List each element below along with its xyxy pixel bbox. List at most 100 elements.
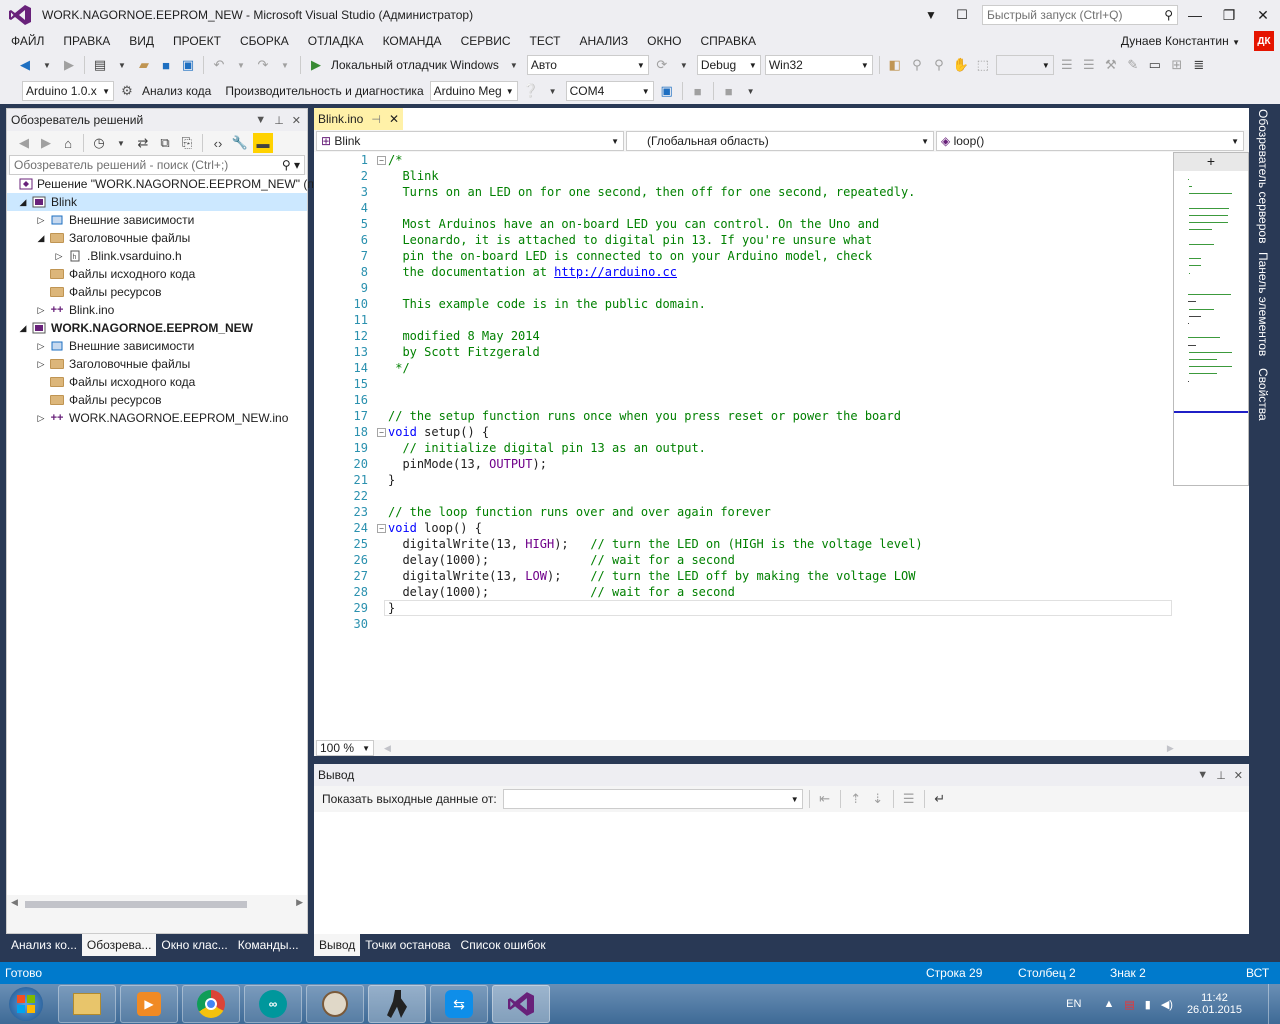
platform-select[interactable]: Win32 ▼ <box>764 55 873 75</box>
counter-strike-taskbar-icon[interactable] <box>368 985 426 1023</box>
redo-icon[interactable]: ↷ <box>254 55 272 75</box>
collapse-region-icon[interactable]: − <box>377 524 386 533</box>
user-name[interactable]: Дунаев Константин ▼ <box>1121 34 1240 48</box>
show-desktop-button[interactable] <box>1268 984 1280 1024</box>
tree-item[interactable]: ▷ ++ Blink.ino <box>7 301 307 319</box>
refresh-dropdown-icon[interactable]: ▼ <box>675 55 693 75</box>
pan-icon[interactable]: ✋ <box>952 55 970 75</box>
menu-window[interactable]: ОКНО <box>636 34 689 48</box>
close-window-button[interactable]: ✕ <box>1246 0 1280 30</box>
board-select[interactable]: Arduino Meg ▼ <box>429 81 518 101</box>
menu-project[interactable]: ПРОЕКТ <box>162 34 229 48</box>
clock-app-taskbar-icon[interactable] <box>306 985 364 1023</box>
home-icon[interactable]: ⌂ <box>59 133 77 153</box>
volume-icon[interactable]: ◀) <box>1161 998 1173 1011</box>
back-dropdown-icon[interactable]: ▼ <box>38 55 56 75</box>
stop-icon[interactable]: ■ <box>689 81 707 101</box>
pane-menu-icon[interactable]: ▼ <box>255 114 266 127</box>
network-icon[interactable]: ▮ <box>1145 998 1151 1011</box>
properties-icon[interactable]: 🔧 <box>231 133 249 153</box>
word-wrap-icon[interactable]: ↵ <box>931 789 949 809</box>
start-debug-icon[interactable]: ▶ <box>307 55 325 75</box>
redo-dropdown-icon[interactable]: ▼ <box>276 55 294 75</box>
show-all-files-icon[interactable]: ⎘ <box>178 133 196 153</box>
nav-project-select[interactable]: ⊞ Blink ▼ <box>316 131 624 151</box>
notification-flag-icon[interactable]: ▼ <box>920 0 942 30</box>
feedback-icon[interactable]: ☐ <box>942 0 982 30</box>
menu-analyze[interactable]: АНАЛИЗ <box>568 34 636 48</box>
tab-solution-explorer[interactable]: Обозрева... <box>81 934 157 956</box>
scroll-left-icon[interactable]: ◀ <box>384 743 391 754</box>
menu-team[interactable]: КОМАНДА <box>372 34 450 48</box>
solution-search-input[interactable]: Обозреватель решений - поиск (Ctrl+;) ⚲ … <box>9 155 305 175</box>
collapsed-arrow-icon[interactable]: ▷ <box>35 413 47 424</box>
output-text-area[interactable] <box>314 812 1249 934</box>
side-tab-server-explorer[interactable]: Обозреватель серверов <box>1252 108 1274 244</box>
tab-output[interactable]: Вывод <box>314 934 361 956</box>
undo-icon[interactable]: ↶ <box>210 55 228 75</box>
menu-debug[interactable]: ОТЛАДКА <box>297 34 372 48</box>
tree-item[interactable]: Файлы ресурсов <box>7 283 307 301</box>
visual-studio-taskbar-icon[interactable] <box>492 985 550 1023</box>
back-icon[interactable]: ◀ <box>15 133 33 153</box>
help-icon[interactable]: ❔ <box>522 81 540 101</box>
tree-item[interactable]: ▷ Заголовочные файлы <box>7 355 307 373</box>
scroll-left-icon[interactable]: ◀ <box>11 897 18 908</box>
collapsed-arrow-icon[interactable]: ▷ <box>53 251 65 262</box>
pointer-icon[interactable]: ⬚ <box>974 55 992 75</box>
config-mode-select[interactable]: Авто ▼ <box>526 55 649 75</box>
back-icon[interactable]: ◀ <box>16 55 34 75</box>
forward-icon[interactable]: ▶ <box>60 55 78 75</box>
zoom-out-icon[interactable]: ⚲ <box>930 55 948 75</box>
tree-item[interactable]: ◢ Blink <box>7 193 307 211</box>
forward-icon[interactable]: ▶ <box>37 133 55 153</box>
tree-item[interactable]: ▷ ++ WORK.NAGORNOE.EEPROM_NEW.ino <box>7 409 307 427</box>
explorer-taskbar-icon[interactable] <box>58 985 116 1023</box>
start-button[interactable] <box>0 984 52 1024</box>
code-view-icon[interactable]: ‹› <box>209 133 227 153</box>
history-icon[interactable]: ◷ <box>90 133 108 153</box>
expanded-arrow-icon[interactable]: ◢ <box>35 233 47 244</box>
nav-member-select[interactable]: ◈ loop() ▼ <box>936 131 1244 151</box>
side-tab-toolbox[interactable]: Панель элементов <box>1252 250 1274 358</box>
scroll-thumb[interactable] <box>25 901 247 908</box>
new-dropdown-icon[interactable]: ▼ <box>113 55 131 75</box>
clear-all-icon[interactable]: ☰ <box>900 789 918 809</box>
distribute-icon[interactable]: ☰ <box>1080 55 1098 75</box>
language-indicator[interactable]: EN <box>1066 998 1081 1010</box>
code-analysis-button[interactable]: Анализ кода <box>142 84 211 98</box>
tree-item[interactable]: ▷ h .Blink.vsarduino.h <box>7 247 307 265</box>
tree-item[interactable]: Файлы ресурсов <box>7 391 307 409</box>
expanded-arrow-icon[interactable]: ◢ <box>17 197 29 208</box>
pin-tab-icon[interactable]: ⊣ <box>371 113 381 126</box>
teamviewer-taskbar-icon[interactable]: ⇆ <box>430 985 488 1023</box>
arduino-taskbar-icon[interactable]: ∞ <box>244 985 302 1023</box>
start-debugger-button[interactable]: Локальный отладчик Windows <box>331 58 499 72</box>
code-minimap[interactable]: + <box>1173 152 1249 486</box>
tree-item[interactable]: ▷ Внешние зависимости <box>7 337 307 355</box>
new-project-icon[interactable]: ▤ <box>91 55 109 75</box>
collapsed-arrow-icon[interactable]: ▷ <box>35 359 47 370</box>
previous-message-icon[interactable]: ⇡ <box>847 789 865 809</box>
list-icon[interactable]: ≣ <box>1190 55 1208 75</box>
debugger-dropdown-icon[interactable]: ▼ <box>505 55 523 75</box>
menu-tools[interactable]: СЕРВИС <box>450 34 519 48</box>
tab-error-list[interactable]: Список ошибок <box>456 934 551 956</box>
open-file-icon[interactable]: ▰ <box>135 55 153 75</box>
next-message-icon[interactable]: ⇣ <box>869 789 887 809</box>
collapse-region-icon[interactable]: − <box>377 428 386 437</box>
us-flag-icon[interactable]: ▤ <box>1124 998 1134 1011</box>
history-dropdown-icon[interactable]: ▼ <box>112 133 130 153</box>
preview-icon[interactable]: ▬ <box>253 133 273 153</box>
menu-file[interactable]: ФАЙЛ <box>0 34 52 48</box>
sync-icon[interactable]: ⇄ <box>134 133 152 153</box>
perf-diagnostics-button[interactable]: Производительность и диагностика <box>225 84 423 98</box>
arduino-version-select[interactable]: Arduino 1.0.x ▼ <box>22 81 114 101</box>
refresh-icon[interactable]: ⟳ <box>653 55 671 75</box>
collapsed-arrow-icon[interactable]: ▷ <box>35 215 47 226</box>
menu-test[interactable]: ТЕСТ <box>519 34 569 48</box>
help-dropdown-icon[interactable]: ▼ <box>544 81 562 101</box>
clock[interactable]: 11:42 26.01.2015 <box>1187 992 1242 1016</box>
save-all-icon[interactable]: ▣ <box>179 55 197 75</box>
box-dropdown-icon[interactable]: ▼ <box>742 81 760 101</box>
